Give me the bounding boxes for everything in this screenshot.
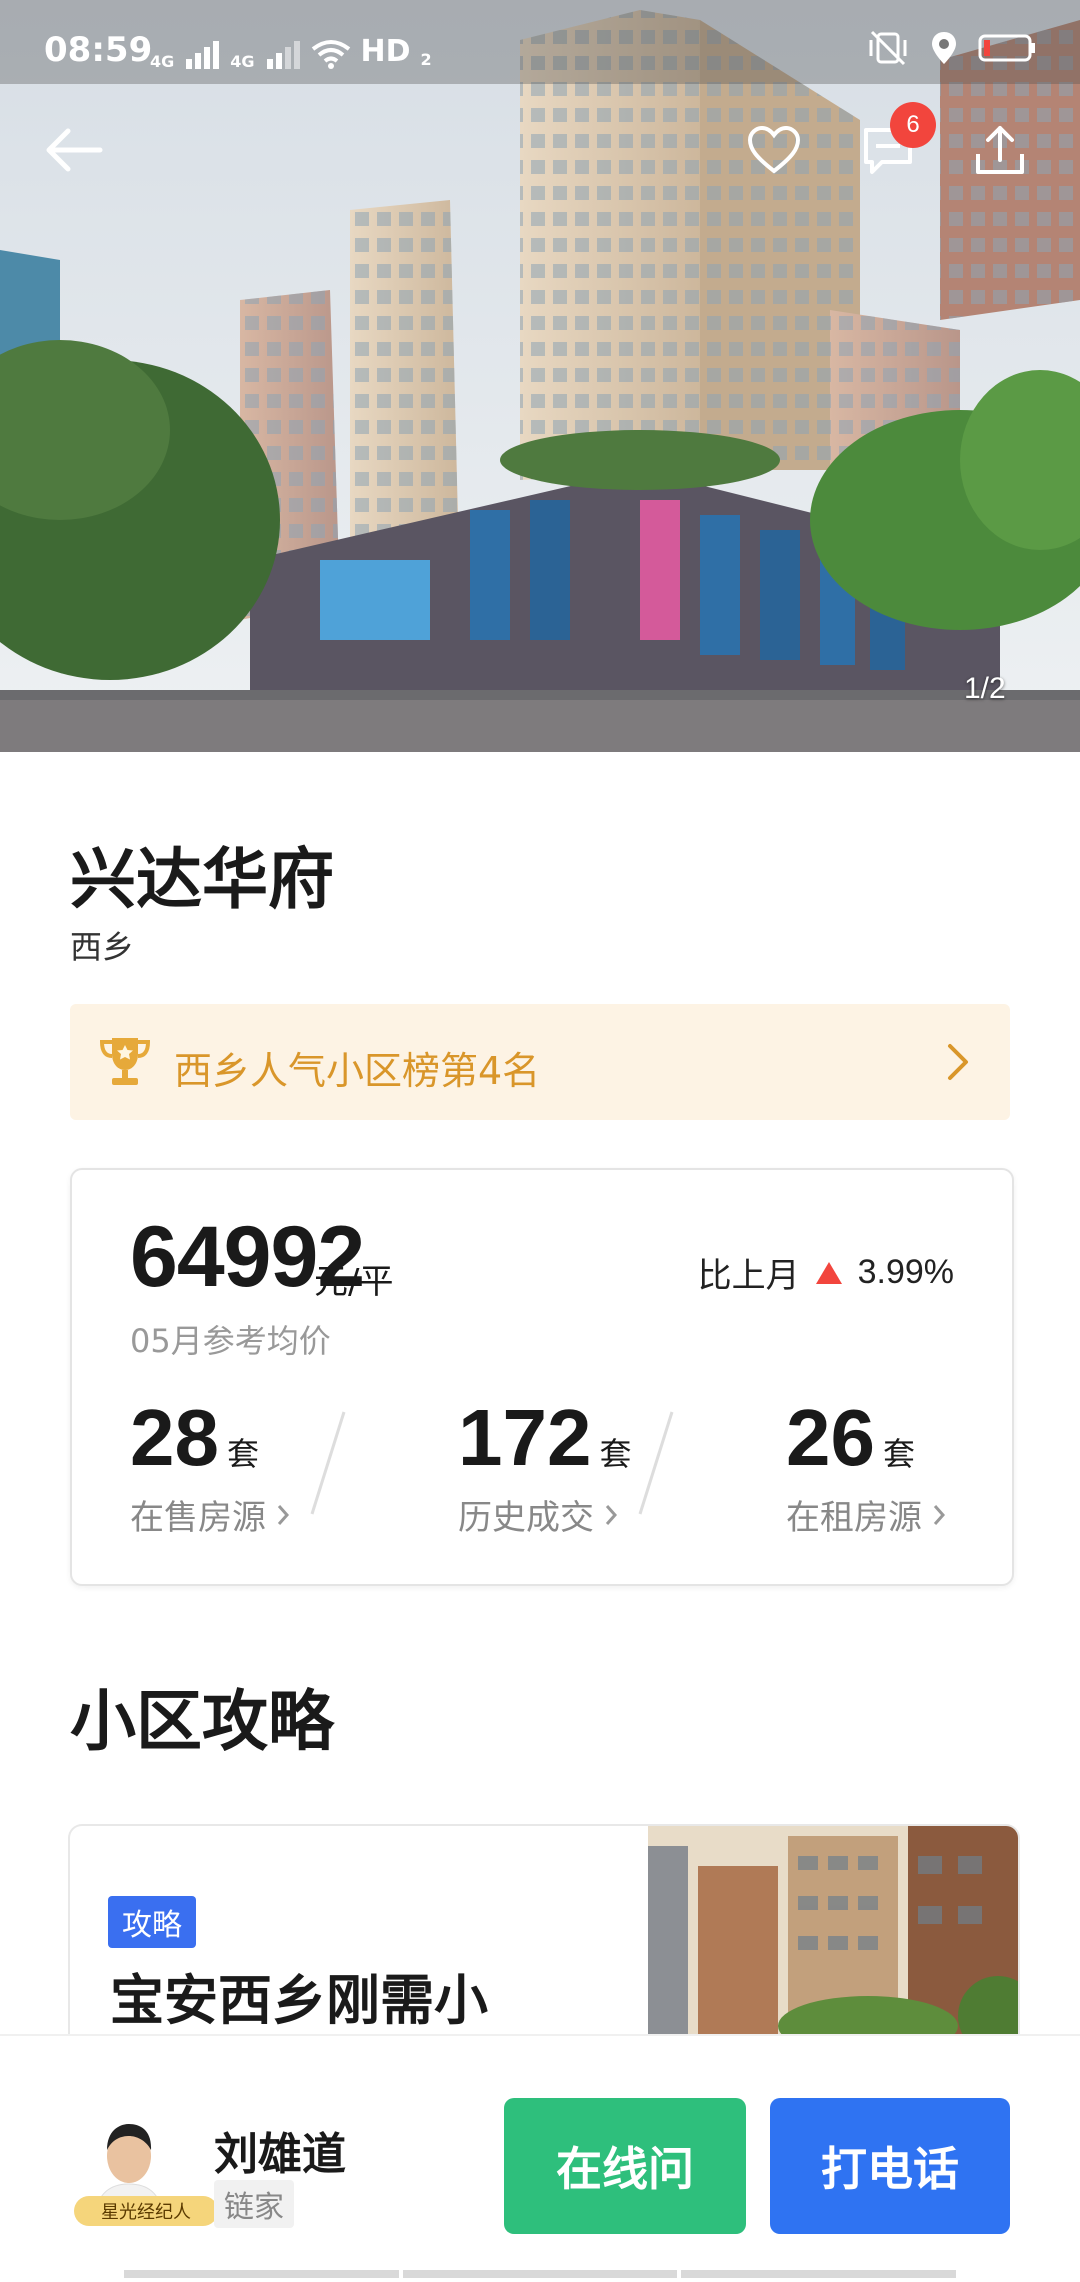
stat-number: 172 — [458, 1393, 592, 1482]
chevron-right-icon — [933, 1504, 946, 1525]
ranking-banner[interactable]: 西乡人气小区榜第4名 — [70, 1004, 1010, 1120]
stat-number: 28 — [130, 1393, 219, 1482]
stat-divider — [310, 1411, 346, 1515]
heart-icon — [747, 125, 801, 174]
gallery-hero[interactable]: 08:59 4G 4G HD 2 6 1/2 — [0, 0, 1080, 752]
online-chat-button[interactable]: 在线问 — [504, 2098, 746, 2234]
community-district: 西乡 — [70, 928, 135, 966]
network-type-1: 4G — [150, 52, 175, 71]
stat-label: 在租房源 — [786, 1498, 922, 1538]
stat-for-rent[interactable]: 26 套 在租房源 — [786, 1392, 946, 1539]
hd-sub: 2 — [420, 50, 432, 69]
vibrate-off-icon — [869, 30, 907, 66]
indicator-segment — [402, 2270, 678, 2278]
gallery-page-indicator: 1/2 — [964, 672, 1006, 705]
share-icon — [976, 126, 1024, 174]
agent-company: 链家 — [214, 2180, 294, 2228]
article-tag: 攻略 — [108, 1896, 196, 1948]
wifi-icon — [311, 40, 350, 69]
call-button[interactable]: 打电话 — [770, 2098, 1010, 2234]
status-network-icons: 4G 4G HD 2 — [150, 34, 432, 71]
chevron-right-icon — [277, 1504, 290, 1525]
agent-contact-bar: 星光经纪人 刘雄道 链家 在线问 打电话 — [0, 2034, 1080, 2282]
guide-section-title: 小区攻略 — [70, 1683, 334, 1760]
article-thumbnail — [648, 1826, 1018, 2036]
stat-unit: 套 — [226, 1435, 259, 1473]
stat-label: 在售房源 — [130, 1498, 266, 1538]
stat-for-sale[interactable]: 28 套 在售房源 — [130, 1392, 290, 1539]
status-bar: 08:59 4G 4G HD 2 — [0, 0, 1080, 84]
mom-value: 3.99% — [857, 1253, 954, 1291]
stat-unit: 套 — [599, 1435, 632, 1473]
stat-label: 历史成交 — [458, 1498, 594, 1538]
chevron-right-icon — [948, 1044, 968, 1080]
article-title: 宝安西乡刚需小 — [110, 1969, 488, 2032]
average-price-label: 05月参考均价 — [130, 1322, 331, 1360]
chevron-right-icon — [605, 1504, 618, 1525]
location-icon — [932, 32, 956, 64]
indicator-segment — [681, 2270, 957, 2278]
month-over-month: 比上月 3.99% — [698, 1248, 954, 1297]
trophy-icon — [99, 1038, 151, 1085]
hd-label: HD — [360, 34, 411, 69]
guide-article-card[interactable]: 攻略 宝安西乡刚需小 — [68, 1824, 1020, 2036]
message-count-badge: 6 — [890, 102, 936, 148]
agent-name[interactable]: 刘雄道 — [214, 2118, 346, 2182]
mom-label: 比上月 — [697, 1256, 800, 1296]
indicator-segment — [124, 2270, 399, 2278]
average-price-unit: 元/平 — [314, 1262, 394, 1302]
signal-icon — [266, 41, 300, 69]
battery-low-icon — [978, 34, 1035, 62]
ranking-text: 西乡人气小区榜第4名 — [174, 1049, 541, 1093]
status-system-icons — [866, 30, 1036, 66]
stat-unit: 套 — [882, 1435, 915, 1473]
bottom-tab-indicator — [124, 2270, 957, 2278]
back-button[interactable] — [34, 110, 114, 190]
agent-badge: 星光经纪人 — [74, 2196, 218, 2226]
community-name: 兴达华府 — [70, 841, 334, 918]
status-time: 08:59 — [44, 30, 153, 70]
back-arrow-icon — [46, 128, 103, 172]
price-card: 64992 元/平 05月参考均价 比上月 3.99% 28 套 在售房源 172… — [70, 1168, 1014, 1586]
network-type-2: 4G — [230, 52, 255, 71]
favorite-button[interactable] — [734, 110, 814, 190]
stat-history-deals[interactable]: 172 套 历史成交 — [458, 1392, 632, 1539]
trend-up-icon — [815, 1261, 842, 1284]
stat-divider — [638, 1411, 674, 1515]
share-button[interactable] — [960, 110, 1040, 190]
stat-number: 26 — [786, 1393, 875, 1482]
signal-icon — [186, 41, 220, 69]
